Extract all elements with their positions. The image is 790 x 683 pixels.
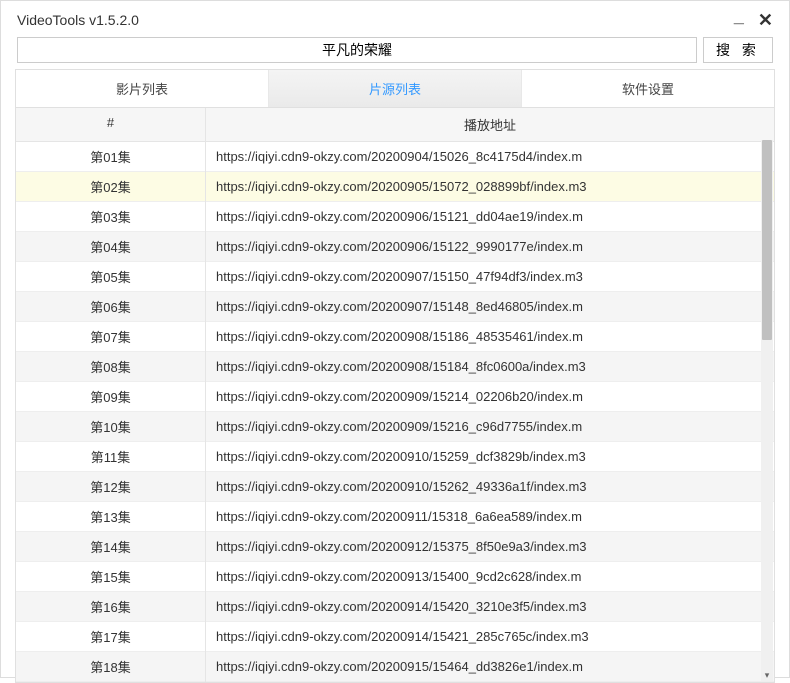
table-row[interactable]: 第01集https://iqiyi.cdn9-okzy.com/20200904…: [16, 142, 774, 172]
table-container: # 播放地址 第01集https://iqiyi.cdn9-okzy.com/2…: [15, 107, 775, 683]
table-header: # 播放地址: [16, 108, 774, 142]
table-row[interactable]: 第15集https://iqiyi.cdn9-okzy.com/20200913…: [16, 562, 774, 592]
header-url[interactable]: 播放地址: [206, 108, 774, 141]
episode-cell: 第04集: [16, 230, 206, 263]
tab-2[interactable]: 软件设置: [522, 70, 774, 107]
url-cell: https://iqiyi.cdn9-okzy.com/20200907/151…: [206, 262, 774, 291]
episode-cell: 第18集: [16, 650, 206, 683]
episode-cell: 第12集: [16, 470, 206, 503]
url-cell: https://iqiyi.cdn9-okzy.com/20200904/150…: [206, 142, 774, 171]
tabs: 影片列表片源列表软件设置: [15, 69, 775, 107]
episode-cell: 第15集: [16, 560, 206, 593]
episode-cell: 第03集: [16, 200, 206, 233]
table-row[interactable]: 第14集https://iqiyi.cdn9-okzy.com/20200912…: [16, 532, 774, 562]
episode-cell: 第11集: [16, 440, 206, 473]
window-controls: _ ✕: [734, 11, 773, 29]
table-row[interactable]: 第06集https://iqiyi.cdn9-okzy.com/20200907…: [16, 292, 774, 322]
table-row[interactable]: 第05集https://iqiyi.cdn9-okzy.com/20200907…: [16, 262, 774, 292]
table-row[interactable]: 第11集https://iqiyi.cdn9-okzy.com/20200910…: [16, 442, 774, 472]
search-button[interactable]: 搜 索: [703, 37, 773, 63]
url-cell: https://iqiyi.cdn9-okzy.com/20200915/154…: [206, 652, 774, 681]
url-cell: https://iqiyi.cdn9-okzy.com/20200908/151…: [206, 322, 774, 351]
url-cell: https://iqiyi.cdn9-okzy.com/20200913/154…: [206, 562, 774, 591]
table-row[interactable]: 第08集https://iqiyi.cdn9-okzy.com/20200908…: [16, 352, 774, 382]
tab-1[interactable]: 片源列表: [269, 70, 522, 107]
url-cell: https://iqiyi.cdn9-okzy.com/20200906/151…: [206, 202, 774, 231]
episode-cell: 第08集: [16, 350, 206, 383]
episode-cell: 第06集: [16, 290, 206, 323]
episode-cell: 第05集: [16, 260, 206, 293]
episode-cell: 第02集: [16, 170, 206, 203]
table-body: 第01集https://iqiyi.cdn9-okzy.com/20200904…: [16, 142, 774, 683]
scrollbar[interactable]: ▾: [761, 140, 773, 681]
table-row[interactable]: 第12集https://iqiyi.cdn9-okzy.com/20200910…: [16, 472, 774, 502]
url-cell: https://iqiyi.cdn9-okzy.com/20200909/152…: [206, 412, 774, 441]
episode-cell: 第16集: [16, 590, 206, 623]
search-row: 搜 索: [13, 37, 777, 69]
window-title: VideoTools v1.5.2.0: [17, 12, 139, 28]
table-row[interactable]: 第17集https://iqiyi.cdn9-okzy.com/20200914…: [16, 622, 774, 652]
episode-cell: 第17集: [16, 620, 206, 653]
scroll-thumb[interactable]: [762, 140, 772, 340]
tab-0[interactable]: 影片列表: [16, 70, 269, 107]
minimize-icon[interactable]: _: [734, 7, 744, 25]
table-row[interactable]: 第02集https://iqiyi.cdn9-okzy.com/20200905…: [16, 172, 774, 202]
url-cell: https://iqiyi.cdn9-okzy.com/20200910/152…: [206, 472, 774, 501]
table-row[interactable]: 第09集https://iqiyi.cdn9-okzy.com/20200909…: [16, 382, 774, 412]
search-input[interactable]: [17, 37, 697, 63]
titlebar: VideoTools v1.5.2.0 _ ✕: [13, 9, 777, 37]
url-cell: https://iqiyi.cdn9-okzy.com/20200906/151…: [206, 232, 774, 261]
table-row[interactable]: 第07集https://iqiyi.cdn9-okzy.com/20200908…: [16, 322, 774, 352]
url-cell: https://iqiyi.cdn9-okzy.com/20200909/152…: [206, 382, 774, 411]
url-cell: https://iqiyi.cdn9-okzy.com/20200912/153…: [206, 532, 774, 561]
url-cell: https://iqiyi.cdn9-okzy.com/20200914/154…: [206, 592, 774, 621]
table-row[interactable]: 第16集https://iqiyi.cdn9-okzy.com/20200914…: [16, 592, 774, 622]
table-row[interactable]: 第10集https://iqiyi.cdn9-okzy.com/20200909…: [16, 412, 774, 442]
header-index[interactable]: #: [16, 108, 206, 141]
table-row[interactable]: 第04集https://iqiyi.cdn9-okzy.com/20200906…: [16, 232, 774, 262]
url-cell: https://iqiyi.cdn9-okzy.com/20200910/152…: [206, 442, 774, 471]
scroll-down-icon[interactable]: ▾: [761, 669, 773, 681]
episode-cell: 第07集: [16, 320, 206, 353]
app-window: VideoTools v1.5.2.0 _ ✕ 搜 索 影片列表片源列表软件设置…: [0, 0, 790, 678]
episode-cell: 第14集: [16, 530, 206, 563]
table-row[interactable]: 第13集https://iqiyi.cdn9-okzy.com/20200911…: [16, 502, 774, 532]
url-cell: https://iqiyi.cdn9-okzy.com/20200907/151…: [206, 292, 774, 321]
url-cell: https://iqiyi.cdn9-okzy.com/20200908/151…: [206, 352, 774, 381]
episode-cell: 第10集: [16, 410, 206, 443]
url-cell: https://iqiyi.cdn9-okzy.com/20200914/154…: [206, 622, 774, 651]
episode-cell: 第13集: [16, 500, 206, 533]
table-row[interactable]: 第03集https://iqiyi.cdn9-okzy.com/20200906…: [16, 202, 774, 232]
url-cell: https://iqiyi.cdn9-okzy.com/20200911/153…: [206, 502, 774, 531]
episode-cell: 第09集: [16, 380, 206, 413]
url-cell: https://iqiyi.cdn9-okzy.com/20200905/150…: [206, 172, 774, 201]
close-icon[interactable]: ✕: [758, 11, 773, 29]
episode-cell: 第01集: [16, 142, 206, 173]
